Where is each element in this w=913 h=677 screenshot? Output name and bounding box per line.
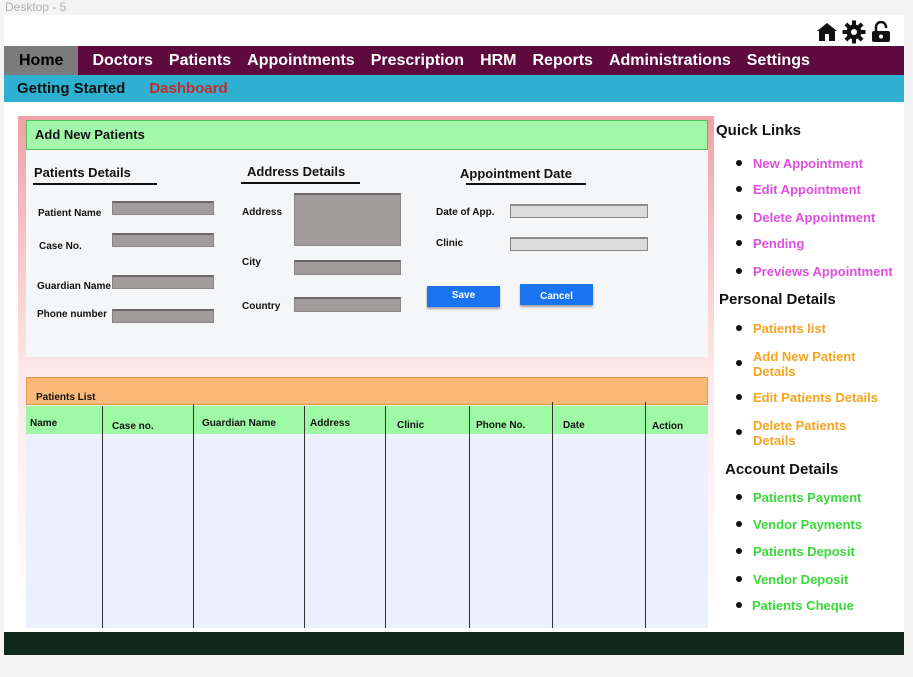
bullet xyxy=(736,576,742,582)
frame-label: Desktop - 5 xyxy=(5,0,67,14)
bullet xyxy=(736,214,742,220)
date-of-app-label: Date of App. xyxy=(436,207,495,218)
case-no-label: Case No. xyxy=(39,241,82,252)
column-divider xyxy=(193,404,194,628)
header-icons xyxy=(816,20,892,44)
nav-doctors[interactable]: Doctors xyxy=(84,46,160,75)
column-address[interactable]: Address xyxy=(310,418,350,429)
nav-hrm[interactable]: HRM xyxy=(472,46,524,75)
link-vendor-deposit[interactable]: Vendor Deposit xyxy=(753,572,848,587)
address-label: Address xyxy=(242,207,283,218)
patients-details-underline xyxy=(33,183,157,185)
country-field[interactable] xyxy=(294,297,401,312)
guardian-name-label: Guardian Name xyxy=(37,281,111,292)
country-label: Country xyxy=(242,301,281,312)
column-clinic[interactable]: Clinic xyxy=(397,420,424,431)
bullet xyxy=(736,160,742,166)
city-label: City xyxy=(242,257,261,268)
column-case-no[interactable]: Case no. xyxy=(112,421,154,432)
link-new-appointment[interactable]: New Appointment xyxy=(753,156,863,171)
link-vendor-payments[interactable]: Vendor Payments xyxy=(753,517,862,532)
link-patients-deposit[interactable]: Patients Deposit xyxy=(753,544,855,559)
clinic-label: Clinic xyxy=(436,238,464,249)
column-divider xyxy=(645,402,646,628)
date-of-app-field[interactable] xyxy=(510,204,648,218)
link-edit-appointment[interactable]: Edit Appointment xyxy=(753,182,861,197)
address-details-title: Address Details xyxy=(247,164,346,179)
column-date[interactable]: Date xyxy=(563,420,585,431)
bullet xyxy=(736,240,742,246)
clinic-field[interactable] xyxy=(510,237,648,251)
link-previews-appointment[interactable]: Previews Appointment xyxy=(753,264,893,279)
link-patients-cheque[interactable]: Patients Cheque xyxy=(752,598,854,613)
phone-number-label: Phone number xyxy=(37,309,108,320)
bullet xyxy=(736,548,742,554)
patients-list-header-row: Name Case no. Guardian Name Address Clin… xyxy=(26,406,708,434)
column-name[interactable]: Name xyxy=(30,418,57,429)
main-area: Add New Patients Patients Details Patien… xyxy=(18,116,714,628)
bullet xyxy=(736,494,742,500)
nav-administrations[interactable]: Administrations xyxy=(601,46,739,75)
patient-name-label: Patient Name xyxy=(38,208,102,219)
appointment-date-underline xyxy=(466,183,586,185)
link-pending[interactable]: Pending xyxy=(753,236,804,251)
top-nav: Home Doctors Patients Appointments Presc… xyxy=(4,46,904,75)
sub-nav: Getting Started Dashboard xyxy=(4,75,904,102)
page: Home Doctors Patients Appointments Presc… xyxy=(4,15,904,655)
bullet xyxy=(736,268,742,274)
nav-home[interactable]: Home xyxy=(4,46,79,75)
cancel-button[interactable]: Cancel xyxy=(520,284,593,305)
phone-number-field[interactable] xyxy=(112,309,214,323)
add-patient-form: Add New Patients Patients Details Patien… xyxy=(26,120,708,357)
column-divider xyxy=(552,402,553,628)
unlock-icon[interactable] xyxy=(870,21,892,43)
patient-name-field[interactable] xyxy=(112,201,214,215)
footer-bar xyxy=(4,632,904,655)
subnav-getting-started[interactable]: Getting Started xyxy=(4,80,136,97)
personal-details-title: Personal Details xyxy=(719,291,836,308)
column-divider xyxy=(469,406,470,628)
city-field[interactable] xyxy=(294,260,401,275)
column-divider xyxy=(385,406,386,628)
patients-details-title: Patients Details xyxy=(34,165,131,180)
address-field[interactable] xyxy=(294,193,401,246)
bullet xyxy=(736,186,742,192)
patients-list-panel: Patients List Name Case no. Guardian Nam… xyxy=(26,377,708,628)
appointment-date-title: Appointment Date xyxy=(460,166,572,181)
column-divider xyxy=(304,406,305,628)
link-patients-payment[interactable]: Patients Payment xyxy=(753,490,861,505)
patients-list-title: Patients List xyxy=(26,377,708,405)
link-delete-appointment[interactable]: Delete Appointment xyxy=(753,210,875,225)
guardian-name-field[interactable] xyxy=(112,275,214,289)
link-add-new-patient-details[interactable]: Add New Patient Details xyxy=(753,349,873,379)
bullet xyxy=(736,360,742,366)
nav-reports[interactable]: Reports xyxy=(525,46,601,75)
account-details-title: Account Details xyxy=(725,461,839,478)
bullet xyxy=(736,394,742,400)
link-edit-patients-details[interactable]: Edit Patients Details xyxy=(753,390,878,405)
nav-settings[interactable]: Settings xyxy=(739,46,818,75)
link-patients-list[interactable]: Patients list xyxy=(753,321,826,336)
column-action[interactable]: Action xyxy=(652,421,683,432)
form-title: Add New Patients xyxy=(26,120,708,150)
nav-patients[interactable]: Patients xyxy=(161,46,239,75)
bullet xyxy=(736,325,742,331)
link-delete-patients-details[interactable]: Delete Patients Details xyxy=(753,418,863,448)
nav-appointments[interactable]: Appointments xyxy=(239,46,363,75)
bullet xyxy=(736,602,742,608)
nav-prescription[interactable]: Prescription xyxy=(363,46,472,75)
bullet xyxy=(736,521,742,527)
column-guardian-name[interactable]: Guardian Name xyxy=(202,418,276,429)
bullet xyxy=(736,429,742,435)
address-details-underline xyxy=(241,182,360,184)
gear-icon[interactable] xyxy=(842,20,866,44)
column-phone-no[interactable]: Phone No. xyxy=(476,420,525,431)
save-button[interactable]: Save xyxy=(427,286,500,307)
case-no-field[interactable] xyxy=(112,233,214,247)
home-icon[interactable] xyxy=(816,21,838,43)
column-divider xyxy=(102,406,103,628)
subnav-dashboard[interactable]: Dashboard xyxy=(136,80,238,97)
quick-links-title: Quick Links xyxy=(716,122,802,139)
